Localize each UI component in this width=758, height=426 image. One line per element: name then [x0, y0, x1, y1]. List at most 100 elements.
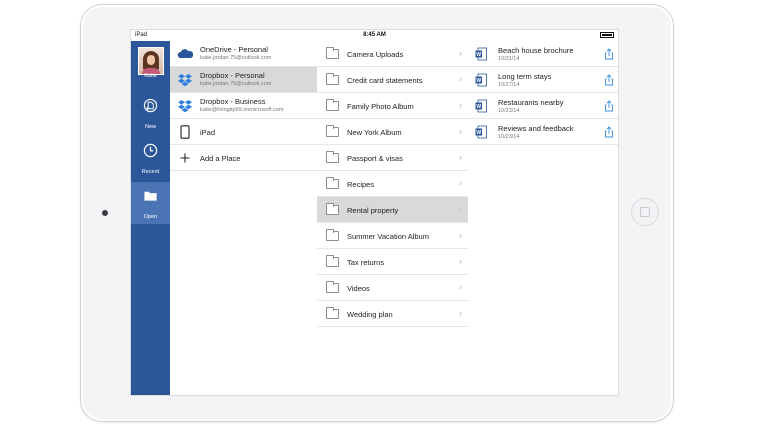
- rail-item-open[interactable]: Open: [131, 182, 170, 224]
- document-date: 10/31/14: [498, 56, 520, 62]
- folder-item[interactable]: Wedding plan ›: [317, 301, 468, 327]
- folder-open-icon: [144, 191, 157, 201]
- document-title: Long term stays: [498, 72, 552, 81]
- ipad-icon: [180, 125, 190, 139]
- folder-item[interactable]: Camera Uploads ›: [317, 41, 468, 67]
- place-title: OneDrive - Personal: [200, 45, 268, 54]
- chevron-right-icon: ›: [459, 126, 462, 136]
- chevron-right-icon: ›: [459, 282, 462, 292]
- folder-name: Passport & visas: [347, 154, 403, 163]
- share-icon[interactable]: [604, 74, 614, 86]
- folder-name: Summer Vacation Album: [347, 232, 429, 241]
- document-item[interactable]: W Reviews and feedback 10/23/14: [468, 119, 618, 145]
- chevron-right-icon: ›: [459, 100, 462, 110]
- folder-item[interactable]: Recipes ›: [317, 171, 468, 197]
- places-list: OneDrive - Personal katie.jordan.75@outl…: [170, 41, 318, 395]
- folder-icon: [326, 73, 339, 85]
- folder-item[interactable]: New York Album ›: [317, 119, 468, 145]
- folder-name: Videos: [347, 284, 370, 293]
- clock-time: 8:45 AM: [363, 32, 386, 38]
- rail-item-account[interactable]: Katie: [131, 41, 170, 83]
- document-item[interactable]: W Beach house brochure 10/31/14: [468, 41, 618, 67]
- svg-text:W: W: [476, 52, 481, 58]
- folder-name: Recipes: [347, 180, 375, 189]
- folder-name: Tax returns: [347, 258, 385, 267]
- folder-name: Credit card statements: [347, 76, 423, 85]
- svg-text:W: W: [476, 78, 481, 84]
- status-bar: iPad 8:45 AM: [131, 30, 618, 41]
- folder-item[interactable]: Credit card statements ›: [317, 67, 468, 93]
- document-title: Reviews and feedback: [498, 124, 574, 133]
- folder-item[interactable]: Summer Vacation Album ›: [317, 223, 468, 249]
- chevron-right-icon: ›: [459, 178, 462, 188]
- folder-icon: [326, 229, 339, 241]
- word-document-icon: W: [475, 99, 487, 113]
- place-title: Add a Place: [200, 154, 241, 163]
- share-icon[interactable]: [604, 126, 614, 138]
- place-dropbox-personal[interactable]: Dropbox - Personal katie.jordan.75@outlo…: [170, 67, 317, 93]
- folder-icon: [326, 99, 339, 111]
- folder-icon: [326, 281, 339, 293]
- chevron-right-icon: ›: [459, 48, 462, 58]
- folder-item[interactable]: Tax returns ›: [317, 249, 468, 275]
- word-document-icon: W: [475, 47, 487, 61]
- place-title: Dropbox - Personal: [200, 71, 265, 80]
- svg-text:W: W: [476, 130, 481, 136]
- folder-icon: [326, 151, 339, 163]
- account-name: Katie: [144, 73, 157, 79]
- document-item[interactable]: W Restaurants nearby 10/23/14: [468, 93, 618, 119]
- chevron-right-icon: ›: [459, 256, 462, 266]
- word-document-icon: W: [475, 73, 487, 87]
- svg-text:W: W: [476, 104, 481, 110]
- add-place-button[interactable]: Add a Place: [170, 145, 317, 171]
- document-title: Restaurants nearby: [498, 98, 564, 107]
- rail-label-new: New: [144, 124, 156, 130]
- rail-item-recent[interactable]: Recent: [131, 137, 170, 179]
- clock-icon: [143, 143, 158, 158]
- document-item[interactable]: W Long term stays 10/27/14: [468, 67, 618, 93]
- folder-icon: [326, 125, 339, 137]
- place-title: iPad: [200, 128, 216, 137]
- share-icon[interactable]: [604, 100, 614, 112]
- folder-item[interactable]: Videos ›: [317, 275, 468, 301]
- folder-icon: [326, 47, 339, 59]
- document-title: Beach house brochure: [498, 46, 574, 55]
- word-document-icon: W: [475, 125, 487, 139]
- rail-label-recent: Recent: [141, 169, 160, 175]
- rail-item-new[interactable]: New: [131, 92, 170, 134]
- folder-item-selected[interactable]: Rental property ›: [317, 197, 468, 223]
- document-date: 10/23/14: [498, 134, 520, 140]
- place-subtitle: katie.jordan.75@outlook.com: [200, 55, 272, 61]
- left-rail: Katie New Recent Open: [131, 41, 170, 395]
- folder-name: Camera Uploads: [347, 50, 404, 59]
- folder-name: Wedding plan: [347, 310, 393, 319]
- avatar: [138, 47, 164, 75]
- folder-name: Rental property: [347, 206, 399, 215]
- place-subtitle: katie@livingtip99.onmicrosoft.com: [200, 107, 284, 113]
- chevron-right-icon: ›: [459, 74, 462, 84]
- chevron-right-icon: ›: [459, 230, 462, 240]
- app-screen: iPad 8:45 AM Katie New Recent Open OneDr…: [130, 29, 619, 396]
- chevron-right-icon: ›: [459, 152, 462, 162]
- folder-icon: [326, 177, 339, 189]
- place-dropbox-business[interactable]: Dropbox - Business katie@livingtip99.onm…: [170, 93, 317, 119]
- place-title: Dropbox - Business: [200, 97, 266, 106]
- folder-item[interactable]: Passport & visas ›: [317, 145, 468, 171]
- chevron-right-icon: ›: [459, 204, 462, 214]
- document-date: 10/27/14: [498, 82, 520, 88]
- dropbox-icon: [178, 100, 192, 113]
- place-onedrive-personal[interactable]: OneDrive - Personal katie.jordan.75@outl…: [170, 41, 317, 67]
- front-camera: [102, 210, 108, 216]
- home-button[interactable]: [631, 198, 659, 226]
- folder-icon: [326, 255, 339, 267]
- plus-icon: [180, 153, 190, 163]
- dropbox-icon: [178, 74, 192, 87]
- onedrive-cloud-icon: [177, 49, 193, 58]
- folder-item[interactable]: Family Photo Album ›: [317, 93, 468, 119]
- share-icon[interactable]: [604, 48, 614, 60]
- document-list: W Beach house brochure 10/31/14 W Long t…: [468, 41, 618, 395]
- battery-icon: [600, 32, 614, 38]
- home-square-icon: [640, 207, 650, 217]
- place-ipad[interactable]: iPad: [170, 119, 317, 145]
- place-subtitle: katie.jordan.75@outlook.com: [200, 81, 272, 87]
